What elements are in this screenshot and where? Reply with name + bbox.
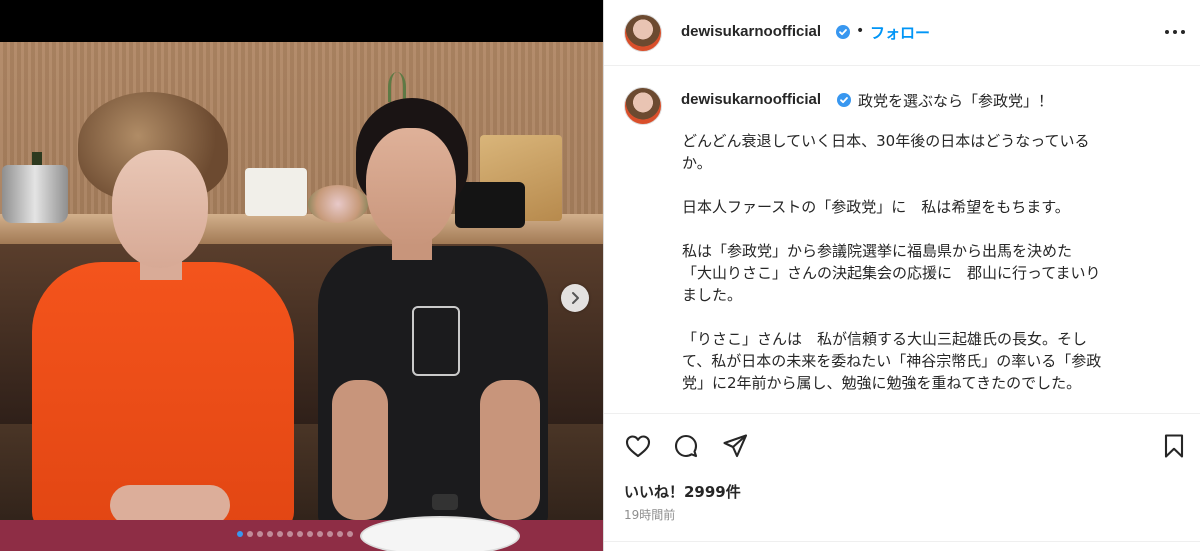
verified-badge-icon xyxy=(837,93,851,107)
person-right-arm-left xyxy=(332,380,388,520)
share-icon[interactable] xyxy=(721,432,749,460)
verified-badge-icon xyxy=(836,25,850,39)
avatar[interactable] xyxy=(624,14,662,52)
caption-title: 政党を選ぶなら「参政党」！ xyxy=(858,92,1054,110)
carousel-next-button[interactable] xyxy=(561,284,589,312)
plant xyxy=(388,72,406,102)
ice-bucket xyxy=(2,165,68,223)
black-handbag xyxy=(455,182,525,228)
post-time[interactable]: 19時間前 xyxy=(624,506,675,523)
caption-text: どんどん衰退していく日本、30年後の日本はどうなっている か。 日本人ファースト… xyxy=(682,132,1102,392)
caption-avatar[interactable] xyxy=(624,87,662,125)
header-username[interactable]: dewisukarnoofficial xyxy=(681,23,821,40)
flower-arrangement xyxy=(308,185,368,223)
carousel-dot xyxy=(267,531,273,537)
bookmark-icon[interactable] xyxy=(1160,432,1188,460)
caption-section: dewisukarnoofficial 政党を選ぶなら「参政党」！ どんどん衰退… xyxy=(604,66,1200,413)
person-right-arm-right xyxy=(480,380,540,520)
heart-icon[interactable] xyxy=(624,432,652,460)
chevron-right-icon xyxy=(572,292,579,304)
wristwatch xyxy=(432,494,458,510)
carousel-dot xyxy=(237,531,243,537)
separator-dot: • xyxy=(856,23,865,39)
person-right-face xyxy=(366,128,456,246)
carousel-dot xyxy=(337,531,343,537)
action-bar: いいね！2999件 19時間前 xyxy=(604,413,1200,543)
post-photo[interactable] xyxy=(0,0,603,551)
more-options-button[interactable] xyxy=(1160,18,1190,46)
post-side-panel: dewisukarnoofficial • フォロー dewisukarnoof… xyxy=(603,0,1200,551)
caption-username[interactable]: dewisukarnoofficial xyxy=(681,91,821,108)
carousel-dot xyxy=(277,531,283,537)
white-handbag xyxy=(245,168,307,216)
carousel-dot xyxy=(247,531,253,537)
photo-letterbox xyxy=(0,0,603,42)
instagram-post-view: dewisukarnoofficial • フォロー dewisukarnoof… xyxy=(0,0,1200,551)
person-left-face xyxy=(112,150,208,268)
more-options-icon xyxy=(1165,30,1185,34)
carousel-dot xyxy=(257,531,263,537)
carousel-dots xyxy=(237,531,353,537)
carousel-dot xyxy=(347,531,353,537)
divider xyxy=(604,541,1200,542)
post-header: dewisukarnoofficial • フォロー xyxy=(604,0,1200,66)
carousel-dot xyxy=(307,531,313,537)
carousel-dot xyxy=(317,531,323,537)
likes-count[interactable]: いいね！2999件 xyxy=(624,481,741,502)
comment-icon[interactable] xyxy=(672,432,700,460)
person-left-hands xyxy=(110,485,230,525)
carousel-dot xyxy=(327,531,333,537)
carousel-dot xyxy=(287,531,293,537)
plate xyxy=(360,516,520,551)
tshirt-logo xyxy=(412,306,460,376)
carousel-dot xyxy=(297,531,303,537)
follow-button[interactable]: フォロー xyxy=(870,22,930,43)
